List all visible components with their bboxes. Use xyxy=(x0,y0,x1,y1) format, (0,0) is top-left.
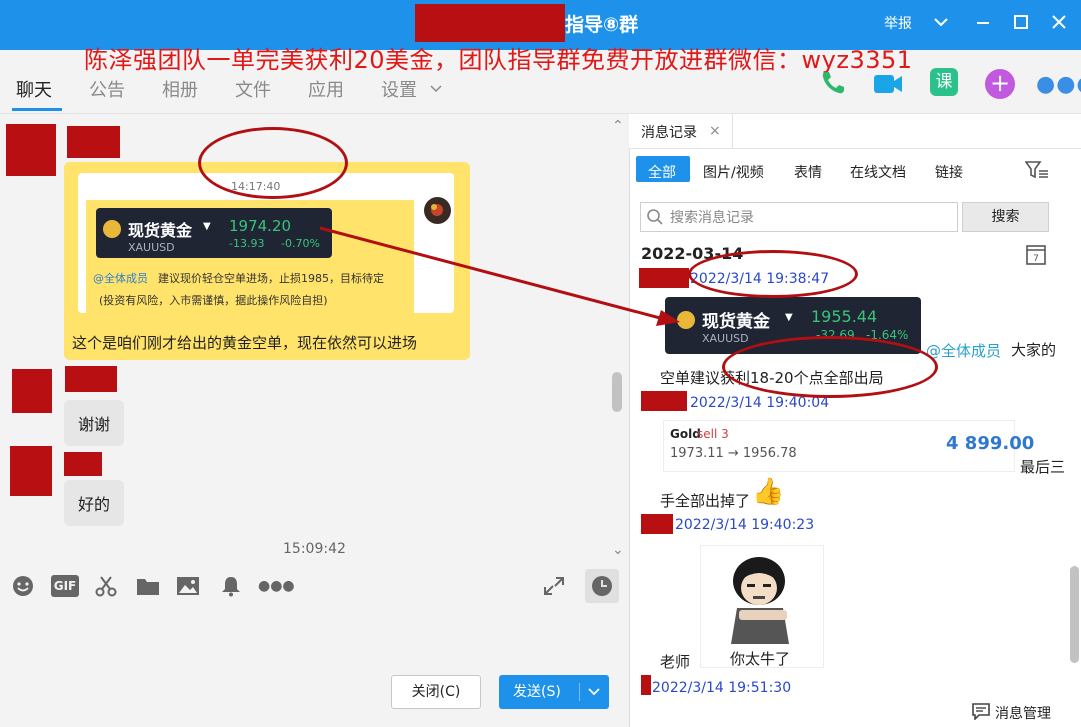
annotation-arrow xyxy=(319,226,680,326)
